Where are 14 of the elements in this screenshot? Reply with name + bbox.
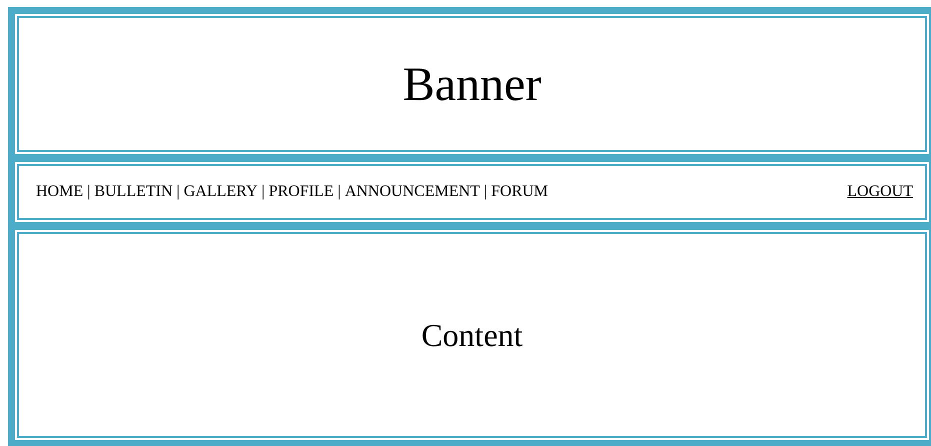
nav-separator: | bbox=[484, 183, 488, 201]
nav-link[interactable]: BULLETIN bbox=[94, 183, 173, 201]
nav-link[interactable]: ANNOUNCEMENT bbox=[344, 183, 480, 201]
logout-link[interactable]: LOGOUT bbox=[847, 183, 913, 201]
nav-link[interactable]: HOME bbox=[36, 183, 84, 201]
nav-separator: | bbox=[338, 183, 341, 201]
nav-link[interactable]: PROFILE bbox=[268, 183, 334, 201]
nav-separator: | bbox=[87, 183, 90, 201]
nav-link[interactable]: GALLERY bbox=[184, 183, 258, 201]
nav-separator: | bbox=[262, 183, 265, 201]
nav-separator: | bbox=[176, 183, 180, 201]
nav-link[interactable]: FORUM bbox=[491, 183, 548, 201]
banner-title: Banner bbox=[402, 56, 542, 112]
content-text: Content bbox=[421, 316, 523, 354]
